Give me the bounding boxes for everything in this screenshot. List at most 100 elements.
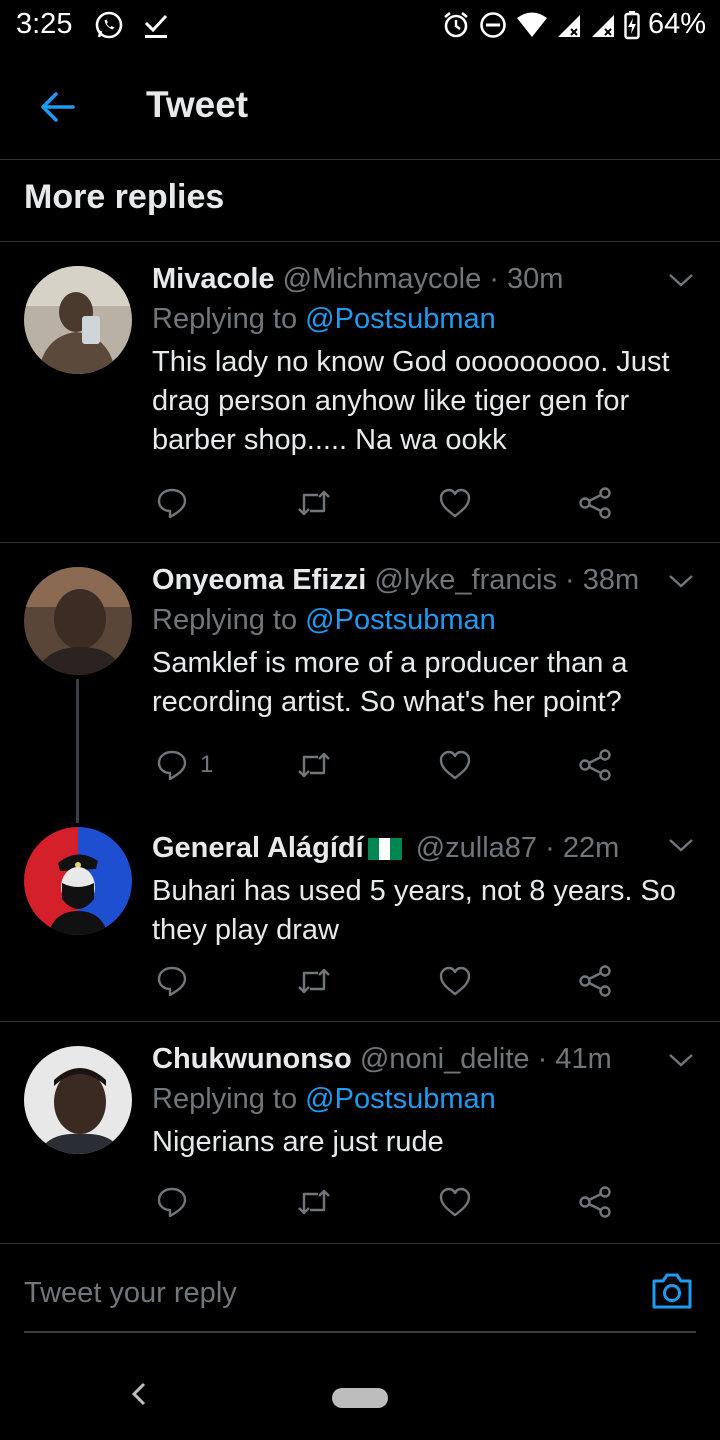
heart-icon <box>439 1187 471 1217</box>
battery-percent: 64% <box>647 8 706 40</box>
mention-link[interactable]: @Postsubman <box>305 604 496 636</box>
replying-to-label: Replying to <box>152 1083 298 1115</box>
signal-icon <box>591 14 614 37</box>
divider <box>0 1243 720 1244</box>
author-handle[interactable]: @lyke_francis <box>374 564 557 596</box>
chevron-down-icon[interactable] <box>666 270 696 290</box>
reply-icon <box>157 1187 187 1218</box>
author-name[interactable]: Chukwunonso <box>152 1043 352 1075</box>
signal-icon <box>557 14 580 37</box>
tweet-text: Nigerians are just rude <box>152 1126 444 1158</box>
chevron-down-icon[interactable] <box>666 1050 696 1070</box>
chevron-down-icon[interactable] <box>666 571 696 591</box>
share-icon <box>579 487 611 519</box>
tweet[interactable]: General Alágídí @zulla87 · 22m Buhari ha… <box>0 803 720 1021</box>
tweet-time: · 38m <box>565 564 640 596</box>
retweet-icon <box>298 490 330 516</box>
like-button[interactable] <box>438 483 472 523</box>
retweet-icon <box>298 752 330 778</box>
like-button[interactable] <box>438 961 472 1001</box>
avatar[interactable] <box>24 567 132 675</box>
chevron-down-icon[interactable] <box>666 835 696 855</box>
tweet-actions: 1 <box>152 745 632 785</box>
heart-icon <box>439 488 471 518</box>
nav-back-icon[interactable] <box>124 1376 154 1412</box>
reply-button[interactable] <box>156 1182 200 1222</box>
heart-icon <box>439 966 471 996</box>
share-button[interactable] <box>578 961 612 1001</box>
reply-button[interactable]: 1 <box>156 745 213 785</box>
reply-composer[interactable]: Tweet your reply <box>24 1265 696 1333</box>
like-button[interactable] <box>438 745 472 785</box>
whatsapp-icon <box>95 11 123 39</box>
heart-icon <box>439 750 471 780</box>
mention-link[interactable]: @Postsubman <box>305 303 496 335</box>
wifi-icon <box>516 12 547 37</box>
tweet[interactable]: Mivacole @Michmaycole · 30m Replying to … <box>0 242 720 542</box>
tweet-text: Samklef is more of a producer than a rec… <box>152 647 628 718</box>
retweet-button[interactable] <box>296 1182 332 1222</box>
tweet-actions <box>152 961 632 1001</box>
author-name[interactable]: Mivacole <box>152 263 275 295</box>
tweet-meta: Mivacole @Michmaycole · 30m <box>152 259 692 299</box>
back-button[interactable] <box>30 80 84 134</box>
alarm-icon <box>444 11 468 37</box>
replying-to-label: Replying to <box>152 604 298 636</box>
status-bar: 3:25 64% <box>0 0 720 50</box>
author-handle[interactable]: @noni_delite <box>360 1043 530 1075</box>
arrow-left-icon <box>41 92 75 122</box>
tweet-time: · 30m <box>489 263 564 295</box>
thread-line <box>76 679 79 823</box>
author-name[interactable]: General Alágídí <box>152 832 364 864</box>
page-title: Tweet <box>146 84 249 125</box>
reply-button[interactable] <box>156 483 200 523</box>
avatar[interactable] <box>24 266 132 374</box>
reply-icon <box>157 750 187 781</box>
share-icon <box>579 965 611 997</box>
status-time: 3:25 <box>16 8 73 40</box>
replying-to: Replying to @Postsubman <box>152 1079 692 1119</box>
mention-link[interactable]: @Postsubman <box>305 1083 496 1115</box>
share-icon <box>579 749 611 781</box>
author-handle[interactable]: @Michmaycole <box>283 263 482 295</box>
retweet-button[interactable] <box>296 745 332 785</box>
tweet-meta: Chukwunonso @noni_delite · 41m <box>152 1039 692 1079</box>
retweet-icon <box>298 968 330 994</box>
reply-input[interactable]: Tweet your reply <box>24 1277 237 1310</box>
camera-icon[interactable] <box>650 1271 694 1311</box>
share-button[interactable] <box>578 745 612 785</box>
nigeria-flag-icon <box>367 831 402 860</box>
battery-charging-icon <box>624 10 640 39</box>
system-nav-bar <box>0 1350 720 1440</box>
replying-to: Replying to @Postsubman <box>152 600 692 640</box>
top-app-bar: Tweet <box>0 58 720 160</box>
tweet-time: · 22m <box>545 832 620 864</box>
tweet-actions <box>152 1182 632 1222</box>
retweet-button[interactable] <box>296 483 332 523</box>
tweet[interactable]: Chukwunonso @noni_delite · 41m Replying … <box>0 1022 720 1244</box>
tweet-text: This lady no know God ooooooooo. Just dr… <box>152 346 670 456</box>
home-pill[interactable] <box>332 1388 388 1408</box>
avatar[interactable] <box>24 827 132 935</box>
reply-icon <box>157 966 187 997</box>
check-download-icon <box>144 14 168 38</box>
tweet-meta: Onyeoma Efizzi @lyke_francis · 38m <box>152 560 692 600</box>
retweet-button[interactable] <box>296 961 332 1001</box>
reply-button[interactable] <box>156 961 200 1001</box>
tweet-time: · 41m <box>537 1043 612 1075</box>
avatar[interactable] <box>24 1046 132 1154</box>
replying-to-label: Replying to <box>152 303 298 335</box>
tweet-actions <box>152 483 632 523</box>
like-button[interactable] <box>438 1182 472 1222</box>
share-button[interactable] <box>578 483 612 523</box>
reply-count: 1 <box>200 751 214 778</box>
author-name[interactable]: Onyeoma Efizzi <box>152 564 366 596</box>
tweet[interactable]: Onyeoma Efizzi @lyke_francis · 38m Reply… <box>0 543 720 823</box>
tweet-meta: General Alágídí @zulla87 · 22m <box>152 828 692 868</box>
share-icon <box>579 1186 611 1218</box>
reply-icon <box>157 488 187 519</box>
do-not-disturb-icon <box>480 11 506 38</box>
author-handle[interactable]: @zulla87 <box>416 832 537 864</box>
retweet-icon <box>298 1189 330 1215</box>
share-button[interactable] <box>578 1182 612 1222</box>
